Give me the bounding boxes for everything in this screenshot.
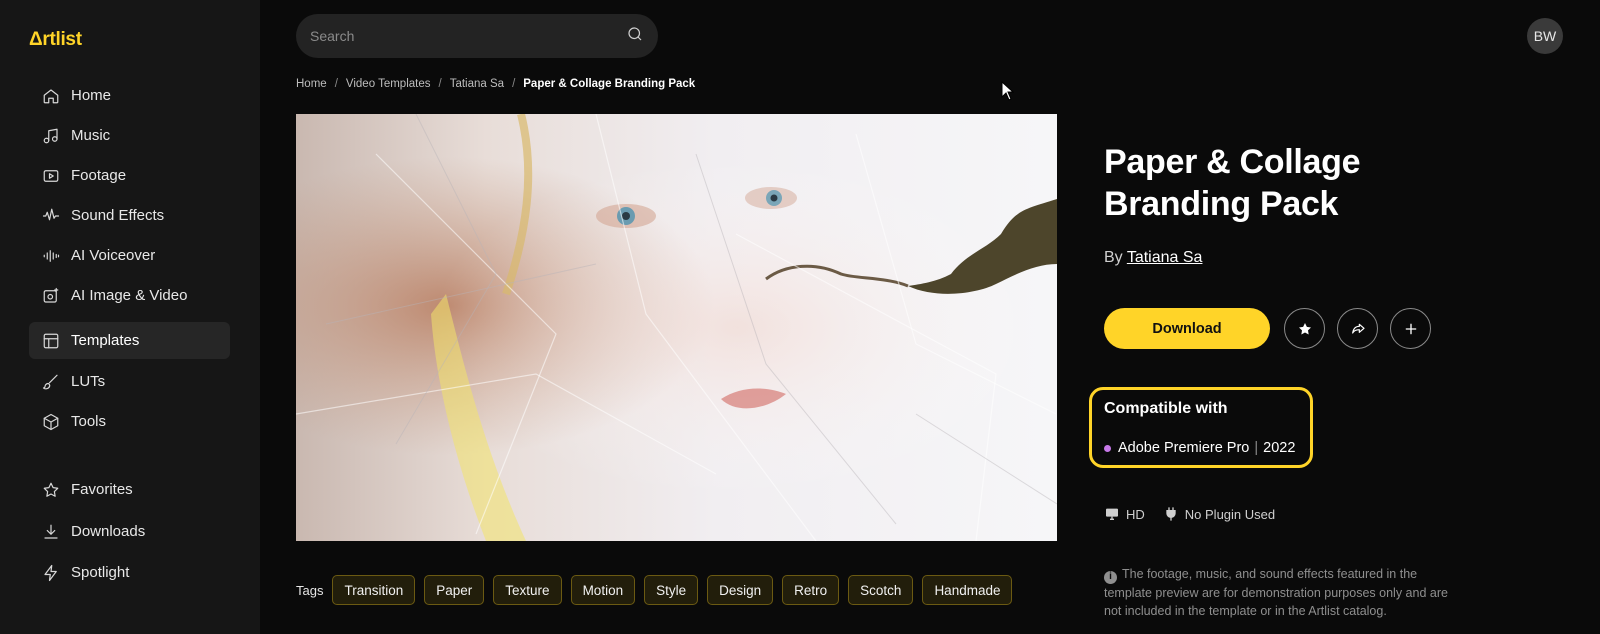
plug-icon [1166,507,1176,521]
tag-chip[interactable]: Texture [493,575,562,605]
tag-list: Tags Transition Paper Texture Motion Sty… [296,575,1013,605]
sidebar-item-favorites[interactable]: Favorites [29,471,230,508]
sidebar-item-ai-voiceover[interactable]: AI Voiceover [29,237,230,274]
sidebar-item-footage[interactable]: Footage [29,157,230,194]
favorite-button[interactable] [1284,308,1325,349]
monitor-icon [1106,508,1118,520]
user-avatar[interactable]: BW [1527,18,1563,54]
sidebar-item-spotlight[interactable]: Spotlight [29,554,230,591]
music-note-icon [42,127,60,145]
compatible-app-version: 2022 [1263,440,1296,456]
sidebar-item-music[interactable]: Music [29,117,230,154]
sidebar-item-templates[interactable]: Templates [29,322,230,359]
add-to-collection-button[interactable] [1390,308,1431,349]
search-icon[interactable] [626,25,644,48]
star-icon [42,481,60,499]
by-label: By [1104,249,1123,266]
sidebar-item-tools[interactable]: Tools [29,403,230,440]
app-window: Δrtlist Home Music Footage Sound Effects… [0,0,1600,634]
mouse-cursor-icon [1001,81,1015,101]
video-icon [42,167,60,185]
spec-plugin-label: No Plugin Used [1184,506,1276,522]
plus-icon [1405,323,1416,334]
brush-icon [42,373,60,391]
app-color-dot [1104,444,1111,452]
spec-list: HD No Plugin Used [1104,506,1293,522]
template-icon [42,332,60,350]
sidebar: Δrtlist Home Music Footage Sound Effects… [0,0,260,634]
tag-chip[interactable]: Design [707,575,774,605]
sidebar-item-label: Home [71,87,112,104]
breadcrumb-current: Paper & Collage Branding Pack [523,78,696,90]
voice-bars-icon [42,247,60,265]
author-link[interactable]: Tatiana Sa [1127,249,1203,266]
spec-resolution-label: HD [1126,506,1145,522]
disclaimer-text: The footage, music, and sound effects fe… [1104,567,1448,619]
download-icon [42,523,60,541]
sidebar-item-label: Favorites [71,481,133,498]
waveform-icon [42,207,60,225]
tag-chip[interactable]: Retro [782,575,840,605]
separator: | [1254,440,1259,456]
breadcrumb-separator: / [512,78,516,90]
share-button[interactable] [1337,308,1378,349]
sidebar-item-home[interactable]: Home [29,77,230,114]
share-icon [1351,323,1365,334]
download-button[interactable]: Download [1104,308,1270,349]
search-bar [296,14,658,58]
bolt-icon [42,564,60,582]
star-icon [1298,322,1311,335]
compatible-with-heading: Compatible with [1104,400,1228,417]
template-preview-video[interactable] [296,114,1057,541]
tags-label: Tags [296,582,324,598]
breadcrumb-video-templates[interactable]: Video Templates [346,78,431,90]
tag-chip[interactable]: Motion [570,575,636,605]
sidebar-item-luts[interactable]: LUTs [29,363,230,400]
sidebar-item-downloads[interactable]: Downloads [29,513,230,550]
sidebar-item-label: Music [71,127,111,144]
sidebar-item-sound-effects[interactable]: Sound Effects [29,197,230,234]
tag-chip[interactable]: Scotch [848,575,914,605]
breadcrumb-home[interactable]: Home [296,78,327,90]
sidebar-item-label: Spotlight [71,564,130,581]
cube-icon [42,413,60,431]
compatible-app: Adobe Premiere Pro | 2022 [1104,440,1295,456]
sidebar-item-label: AI Voiceover [71,247,156,264]
product-title: Paper & Collage Branding Pack [1104,143,1361,223]
sidebar-item-label: LUTs [71,373,106,390]
sidebar-item-label: Templates [71,332,140,349]
info-icon: i [1104,570,1117,584]
sidebar-item-ai-image-video[interactable]: AI Image & Video [29,277,230,314]
tag-chip[interactable]: Paper [424,575,485,605]
sidebar-item-label: Tools [71,413,107,430]
spec-resolution: HD [1104,506,1145,522]
artlist-logo[interactable]: Δrtlist [29,29,82,51]
ai-image-icon [42,287,60,305]
preview-frame-image [296,114,1057,541]
sidebar-item-label: Footage [71,167,127,184]
spec-plugin: No Plugin Used [1163,506,1275,522]
tag-chip[interactable]: Handmade [922,575,1013,605]
sidebar-item-label: Sound Effects [71,207,165,224]
sidebar-item-label: AI Image & Video [71,287,188,304]
tag-chip[interactable]: Style [644,575,699,605]
breadcrumb-author[interactable]: Tatiana Sa [450,78,504,90]
author-byline: By Tatiana Sa [1104,249,1202,267]
tag-chip[interactable]: Transition [332,575,416,605]
search-input[interactable] [310,28,626,44]
breadcrumb: Home / Video Templates / Tatiana Sa / Pa… [296,78,695,90]
breadcrumb-separator: / [438,78,442,90]
compatible-app-name: Adobe Premiere Pro [1118,440,1250,456]
home-icon [42,87,60,105]
breadcrumb-separator: / [334,78,338,90]
preview-disclaimer: i The footage, music, and sound effects f… [1104,565,1459,621]
sidebar-item-label: Downloads [71,523,146,540]
